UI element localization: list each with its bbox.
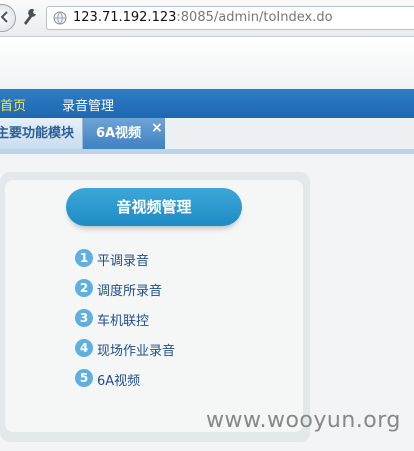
tab-close-icon[interactable]: × xyxy=(151,120,163,136)
back-button[interactable] xyxy=(0,4,16,32)
menu-item-label: 车机联控 xyxy=(97,314,150,329)
tab-strip: 主要功能模块 6A视频 × xyxy=(0,118,414,151)
nav-item-home[interactable]: 首页 xyxy=(0,95,26,114)
back-arrow-icon xyxy=(0,11,8,23)
number-badge: 5 xyxy=(75,369,93,387)
url-host: 123.71.192.123 xyxy=(73,10,177,25)
number-badge: 1 xyxy=(75,249,93,267)
number-badge: 2 xyxy=(75,279,93,297)
number-badge: 4 xyxy=(75,339,93,357)
nav-item-recording-management[interactable]: 录音管理 xyxy=(62,95,114,114)
menu-item-label: 6A视频 xyxy=(97,374,141,389)
menu-item-label: 平调录音 xyxy=(97,254,150,269)
menu-item-label: 调度所录音 xyxy=(97,284,163,299)
top-nav: 首页 录音管理 xyxy=(0,89,414,118)
wrench-icon[interactable] xyxy=(22,8,38,26)
browser-address-bar: 123.71.192.123:8085/admin/toIndex.do xyxy=(0,0,414,37)
page-globe-icon xyxy=(53,11,67,25)
url-text: 123.71.192.123:8085/admin/toIndex.do xyxy=(73,10,333,25)
header-banner xyxy=(0,37,414,89)
panel-title: 音视频管理 xyxy=(66,188,242,226)
url-path: :8085/admin/toIndex.do xyxy=(176,10,333,25)
watermark: www.wooyun.org xyxy=(206,408,401,433)
url-field[interactable]: 123.71.192.123:8085/admin/toIndex.do xyxy=(46,6,414,30)
number-badge: 3 xyxy=(75,309,93,327)
tab-main-modules[interactable]: 主要功能模块 xyxy=(0,118,83,149)
menu-item-label: 现场作业录音 xyxy=(97,344,176,359)
